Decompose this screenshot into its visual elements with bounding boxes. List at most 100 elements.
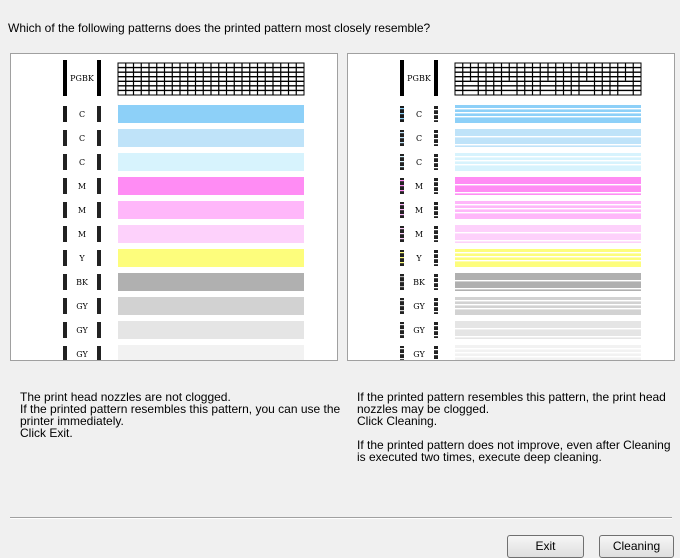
- cleaning-button[interactable]: Cleaning: [599, 535, 674, 558]
- row-gap: [455, 328, 641, 330]
- row-label: BK: [76, 278, 89, 287]
- row-right-streak: [434, 191, 438, 193]
- row-left-streak: [400, 180, 404, 182]
- row-right-streak: [434, 239, 438, 241]
- row-left-streak: [400, 286, 404, 288]
- desc-line-click-cleaning: Click Cleaning.: [357, 414, 438, 428]
- row-gap: [455, 304, 641, 306]
- row-right-streak: [434, 301, 438, 303]
- row-label: C: [79, 158, 85, 167]
- row-gap: [455, 252, 641, 254]
- row-color-band: [118, 105, 304, 123]
- pattern-row: C: [63, 129, 304, 147]
- row-right-mark: [97, 178, 101, 194]
- row-gap: [455, 308, 641, 310]
- row-left-mark: [63, 250, 67, 266]
- row-right-mark: [97, 274, 101, 290]
- row-left-mark: [63, 322, 67, 338]
- pattern-row: BK: [400, 273, 641, 291]
- row-label: C: [416, 110, 422, 119]
- row-right-streak: [434, 133, 438, 135]
- row-label: M: [415, 182, 423, 191]
- row-left-streak: [400, 204, 404, 206]
- pattern-row: M: [400, 201, 641, 219]
- pattern-row: GY: [63, 321, 304, 339]
- row-color-band: [118, 297, 304, 315]
- row-right-streak: [434, 335, 438, 337]
- dialog-question: Which of the following patterns does the…: [8, 21, 431, 35]
- pattern-row: M: [63, 225, 304, 243]
- row-gap: [455, 300, 641, 302]
- row-right-streak: [434, 162, 438, 164]
- row-left-streak: [400, 305, 404, 307]
- row-label: BK: [413, 278, 426, 287]
- row-right-mark: [97, 322, 101, 338]
- row-gap: [455, 116, 641, 118]
- row-color-band: [118, 345, 304, 360]
- normal-pattern-description: The print head nozzles are not clogged. …: [20, 391, 345, 439]
- row-gap: [455, 164, 641, 166]
- row-left-streak: [400, 113, 404, 115]
- row-label: Y: [78, 254, 85, 263]
- pattern-row: GY: [400, 345, 641, 360]
- row-label: GY: [76, 326, 88, 335]
- row-gap: [455, 256, 641, 258]
- desc-line-may-be-clogged: If the printed pattern resembles this pa…: [357, 390, 666, 416]
- row-left-mark: [63, 202, 67, 218]
- row-label: M: [78, 206, 86, 215]
- row-left-streak: [400, 161, 404, 163]
- pattern-clogged-image: PGBK C C C M M M Y BK GY GY GY: [400, 60, 642, 360]
- pattern-normal-option[interactable]: PGBK C C C M M M Y BK GY GY GY: [10, 53, 338, 361]
- row-right-streak: [434, 114, 438, 116]
- row-right-mark: [434, 346, 438, 360]
- row-color-band: [455, 153, 641, 171]
- row-label: GY: [413, 302, 425, 311]
- row-left-streak: [400, 214, 404, 216]
- row-left-mark: [63, 346, 67, 360]
- row-right-streak: [434, 359, 438, 360]
- pattern-row: Y: [400, 249, 641, 267]
- row-left-streak: [400, 252, 404, 254]
- row-right-streak: [434, 234, 438, 236]
- pattern-row: GY: [400, 321, 641, 339]
- row-left-streak: [400, 358, 404, 360]
- desc-line-click-exit: Click Exit.: [20, 426, 73, 440]
- row-color-band: [118, 249, 304, 267]
- row-right-streak: [434, 311, 438, 313]
- row-right-mark: [97, 154, 101, 170]
- row-right-mark: [97, 250, 101, 266]
- row-gap: [455, 336, 641, 338]
- row-label: GY: [76, 350, 88, 359]
- row-right-streak: [434, 143, 438, 145]
- row-left-mark: [63, 274, 67, 290]
- row-gap: [455, 192, 641, 194]
- row-right-streak: [434, 138, 438, 140]
- row-left-streak: [400, 353, 404, 355]
- row-right-streak: [434, 306, 438, 308]
- row-left-streak: [400, 276, 404, 278]
- row-label: GY: [413, 326, 425, 335]
- row-color-band: [118, 129, 304, 147]
- row-right-streak: [434, 229, 438, 231]
- row-left-streak: [400, 348, 404, 350]
- row-right-mark: [97, 298, 101, 314]
- row-left-streak: [400, 233, 404, 235]
- row-left-mark: [63, 106, 67, 122]
- pattern-normal-image: PGBK C C C M M M Y BK GY GY GY: [63, 60, 305, 360]
- exit-button[interactable]: Exit: [507, 535, 584, 558]
- row-gap: [455, 356, 641, 358]
- head-label: PGBK: [70, 74, 95, 83]
- pattern-row: Y: [63, 249, 304, 267]
- row-left-streak: [400, 228, 404, 230]
- row-left-streak: [400, 185, 404, 187]
- row-left-mark: [63, 178, 67, 194]
- row-right-streak: [434, 157, 438, 159]
- pattern-clogged-option[interactable]: PGBK C C C M M M Y BK GY GY GY: [347, 53, 675, 361]
- pattern-row: GY: [63, 345, 304, 360]
- pattern-row: GY: [63, 297, 304, 315]
- row-right-mark: [97, 106, 101, 122]
- row-right-streak: [434, 210, 438, 212]
- row-left-streak: [400, 142, 404, 144]
- pattern-row: GY: [400, 297, 641, 315]
- row-right-streak: [434, 282, 438, 284]
